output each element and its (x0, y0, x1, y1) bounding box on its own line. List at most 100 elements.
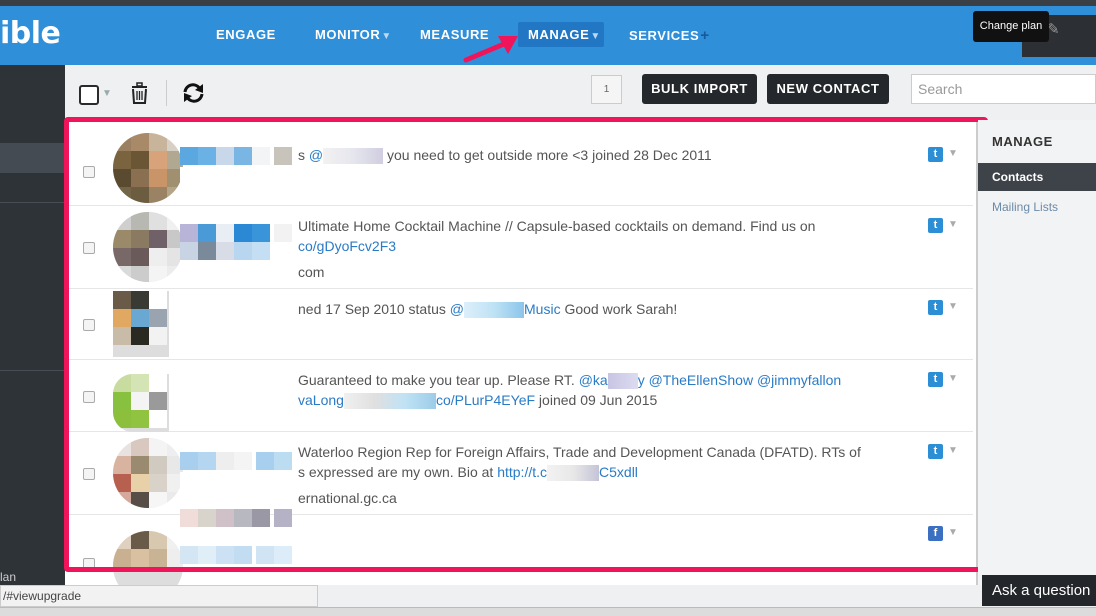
redacted-blur (547, 465, 600, 482)
new-contact-button[interactable]: NEW CONTACT (767, 74, 889, 104)
row-checkbox[interactable] (83, 558, 95, 570)
contact-bio: s @ you need to get outside more <3 join… (298, 145, 898, 165)
table-row[interactable]: Ultimate Home Cocktail Machine // Capsul… (68, 206, 973, 289)
row-checkbox[interactable] (83, 319, 95, 331)
bio-text: joined 09 Jun 2015 (535, 392, 658, 408)
avatar (113, 291, 169, 357)
nav-services[interactable]: SERVICES+ (629, 27, 710, 44)
chevron-down-icon[interactable]: ▼ (948, 527, 958, 538)
bio-link[interactable]: @ka (579, 372, 608, 388)
row-checkbox[interactable] (83, 391, 95, 403)
row-mask (180, 260, 298, 284)
table-row[interactable]: f ▼ (68, 515, 973, 601)
bio-link[interactable]: @ (450, 301, 464, 317)
sidebar-item-mailing-lists[interactable]: Mailing Lists (992, 200, 1058, 214)
row-checkbox[interactable] (83, 242, 95, 254)
row-mask (180, 472, 298, 510)
contact-name[interactable] (180, 224, 298, 242)
table-row[interactable]: Guaranteed to make you tear up. Please R… (68, 360, 973, 432)
nav-monitor[interactable]: MONITOR▼ (315, 27, 392, 42)
contact-name[interactable] (180, 546, 298, 564)
bio-text: Ultimate Home Cocktail Machine // Capsul… (298, 218, 816, 234)
left-sidebar: lan (0, 65, 65, 616)
twitter-icon[interactable]: t (928, 300, 943, 315)
manage-sidebar-title: MANAGE (992, 134, 1053, 149)
avatar (113, 438, 183, 508)
chevron-down-icon[interactable]: ▼ (102, 88, 112, 99)
twitter-icon[interactable]: t (928, 147, 943, 162)
contact-bio: ned 17 Sep 2010 status @ Music Good work … (298, 299, 898, 319)
contact-bio: Guaranteed to make you tear up. Please R… (298, 370, 898, 410)
nav-services-label: SERVICES (629, 28, 700, 43)
sidebar-divider (0, 202, 65, 203)
plus-icon: + (700, 27, 710, 44)
row-checkbox[interactable] (83, 166, 95, 178)
bio-link[interactable]: y (638, 372, 645, 388)
row-checkbox[interactable] (83, 468, 95, 480)
bio-text: ernational.gc.ca (298, 490, 397, 506)
bio-link[interactable]: @ (309, 147, 323, 163)
nav-monitor-label: MONITOR (315, 27, 381, 42)
chevron-down-icon[interactable]: ▼ (948, 148, 958, 159)
ask-question-button[interactable]: Ask a question (982, 575, 1096, 606)
bio-text: Good work Sarah! (560, 301, 678, 317)
search-input[interactable] (911, 74, 1096, 104)
refresh-icon[interactable] (181, 81, 207, 105)
twitter-icon[interactable]: t (928, 218, 943, 233)
chevron-down-icon[interactable]: ▼ (948, 373, 958, 384)
bio-text: ned 17 Sep 2010 status (298, 301, 450, 317)
bio-link[interactable]: co/gDyoFcv2F3 (298, 236, 898, 256)
table-row[interactable]: s @ you need to get outside more <3 join… (68, 123, 973, 206)
trash-icon[interactable] (129, 81, 151, 105)
bio-text: Guaranteed to make you tear up. Please R… (298, 372, 579, 388)
contact-bio: Ultimate Home Cocktail Machine // Capsul… (298, 216, 898, 282)
bottom-strip (0, 607, 1096, 616)
bio-link[interactable]: http://t.c (497, 464, 547, 480)
bio-text: s (298, 147, 309, 163)
nav-manage[interactable]: MANAGE▼ (518, 22, 604, 47)
mention-link[interactable]: @TheEllenShow (649, 372, 754, 388)
sidebar-selected-item[interactable] (0, 143, 65, 173)
contact-bio: Waterloo Region Rep for Foreign Affairs,… (298, 442, 898, 508)
nav-manage-label: MANAGE (528, 27, 590, 42)
annotation-arrow-icon (463, 36, 518, 63)
contact-name[interactable] (180, 147, 298, 165)
sidebar-item-contacts[interactable]: Contacts (978, 163, 1096, 191)
chevron-down-icon[interactable]: ▼ (948, 219, 958, 230)
bio-link[interactable]: co/PLurP4EYeF (436, 392, 535, 408)
chevron-down-icon[interactable]: ▼ (948, 301, 958, 312)
bio-link[interactable]: C5xdll (599, 464, 638, 480)
twitter-icon[interactable]: t (928, 444, 943, 459)
toolbar-divider (166, 80, 167, 106)
twitter-icon[interactable]: t (928, 372, 943, 387)
avatar (113, 212, 183, 282)
avatar (113, 133, 183, 203)
nav-engage[interactable]: ENGAGE (216, 27, 276, 42)
contact-name[interactable] (180, 452, 298, 470)
bio-text: you need to get outside more <3 joined 2… (383, 147, 712, 163)
select-all-checkbox[interactable] (79, 85, 99, 105)
sidebar-plan-link[interactable]: lan (0, 570, 16, 584)
bio-text: com (298, 264, 325, 280)
page-number[interactable]: 1 (591, 75, 622, 104)
change-plan-tooltip: Change plan (973, 11, 1049, 42)
row-mask (180, 167, 298, 202)
bio-link[interactable]: Music (524, 301, 561, 317)
bulk-import-button[interactable]: BULK IMPORT (642, 74, 757, 104)
table-row[interactable]: ned 17 Sep 2010 status @ Music Good work … (68, 289, 973, 360)
table-row[interactable]: Waterloo Region Rep for Foreign Affairs,… (68, 432, 973, 527)
redacted-blur (607, 373, 638, 390)
facebook-icon[interactable]: f (928, 526, 943, 541)
contact-handle (180, 242, 298, 260)
redacted-blur (343, 393, 436, 410)
chevron-down-icon: ▼ (590, 31, 601, 42)
mention-link[interactable]: @jimmyfallon (757, 372, 841, 388)
app-logo[interactable]: ible (0, 16, 61, 51)
status-url: /#viewupgrade (0, 585, 318, 607)
redacted-blur (323, 148, 384, 165)
bio-link[interactable]: vaLong (298, 392, 344, 408)
avatar (113, 374, 169, 432)
chevron-down-icon[interactable]: ▼ (948, 445, 958, 456)
bio-text: Waterloo Region Rep for Foreign Affairs,… (298, 444, 861, 460)
chevron-down-icon: ▼ (381, 31, 392, 42)
